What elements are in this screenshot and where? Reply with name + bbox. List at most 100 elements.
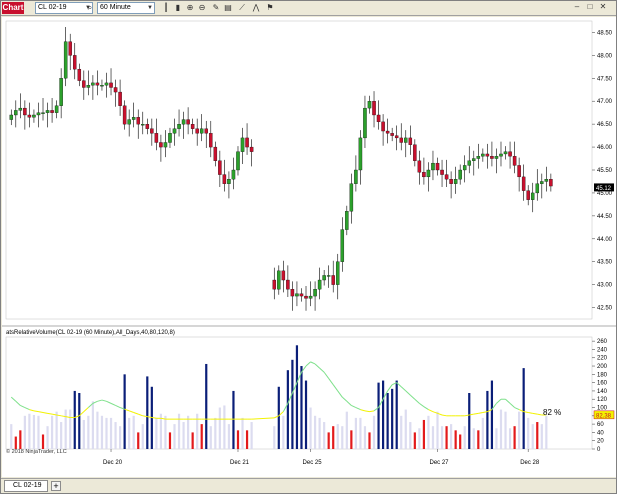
copyright-text: © 2018 NinjaTrader, LLC xyxy=(6,448,67,455)
add-tab-button[interactable]: + xyxy=(51,481,61,491)
candle-body xyxy=(45,110,50,113)
volume-bar xyxy=(164,415,167,449)
search-icon[interactable]: ⌕ xyxy=(85,3,95,13)
volume-bar xyxy=(50,415,54,449)
candle-body xyxy=(277,270,281,290)
zoom-out-icon[interactable]: ⊖ xyxy=(197,3,207,13)
volume-bar xyxy=(381,380,385,449)
volume-bar xyxy=(323,422,326,449)
candle-body xyxy=(95,82,100,86)
edit-icon[interactable]: ✎ xyxy=(211,3,221,13)
volume-bar xyxy=(78,393,81,449)
candle-body xyxy=(508,151,512,157)
candle-body xyxy=(286,279,290,290)
relative-volume-average xyxy=(514,407,520,411)
time-axis-label: Dec 20 xyxy=(103,460,123,466)
relative-volume-percent: 82 % xyxy=(543,408,561,417)
candle-body xyxy=(431,162,435,171)
candle-body xyxy=(503,151,508,155)
candle-body xyxy=(172,128,177,134)
price-axis-label: 46.00 xyxy=(597,145,613,151)
zoom-in-icon[interactable]: ⊕ xyxy=(185,3,195,13)
volume-axis-label: 40 xyxy=(597,430,604,436)
volume-bar xyxy=(218,407,221,449)
relative-volume-average xyxy=(509,403,515,408)
instrument-value: CL 02-19 xyxy=(38,4,67,11)
candlestick-icon[interactable]: ▮ xyxy=(173,3,183,13)
interval-value: 60 Minute xyxy=(100,4,131,11)
volume-bar xyxy=(105,417,108,449)
volume-bar xyxy=(214,417,217,449)
relative-volume-average xyxy=(305,361,311,367)
volume-bar xyxy=(400,415,403,449)
volume-bar xyxy=(404,409,407,449)
volume-bar xyxy=(245,430,249,449)
candle-body xyxy=(159,142,163,148)
volume-bar xyxy=(468,393,471,449)
candle-body xyxy=(236,151,240,171)
indicators-icon[interactable]: ⋀ xyxy=(251,3,261,13)
volume-axis-label: 60 xyxy=(597,422,604,428)
close-icon[interactable]: ✕ xyxy=(598,2,608,12)
candle-body xyxy=(295,293,299,297)
volume-bar xyxy=(32,414,36,449)
minimize-icon[interactable]: – xyxy=(572,2,582,12)
volume-bar xyxy=(499,409,503,449)
candle-body xyxy=(349,183,354,212)
candle-body xyxy=(472,158,476,161)
price-axis-label: 43.50 xyxy=(597,260,613,266)
drawing-tools-icon[interactable]: ⟋ xyxy=(237,3,247,13)
tab-cl-02-19[interactable]: CL 02-19 xyxy=(4,480,48,492)
relative-volume-average xyxy=(409,394,416,400)
candle-body xyxy=(141,124,145,126)
candle-body xyxy=(136,117,140,125)
candle-body xyxy=(535,183,540,194)
maximize-icon[interactable]: □ xyxy=(585,2,595,12)
candle-body xyxy=(145,124,150,129)
volume-axis-label: 260 xyxy=(597,339,608,345)
time-axis-label: Dec 21 xyxy=(230,460,250,466)
volume-bar xyxy=(64,409,67,449)
relative-volume-average xyxy=(478,412,483,414)
relative-volume-average xyxy=(532,412,538,415)
relative-volume-average xyxy=(419,402,425,408)
candle-body xyxy=(540,181,544,184)
candle-body xyxy=(494,156,499,159)
volume-bar xyxy=(300,366,303,449)
volume-bar xyxy=(409,422,412,449)
relative-volume-average xyxy=(310,361,316,365)
relative-volume-average xyxy=(42,412,48,414)
interval-select[interactable]: 60 Minute ▼ xyxy=(97,2,155,14)
volume-bar xyxy=(55,411,58,449)
candle-body xyxy=(381,121,385,132)
chart-canvas[interactable]: 42.5043.0043.5044.0044.5045.0045.5046.00… xyxy=(2,17,616,477)
candle-body xyxy=(299,293,304,297)
volume-bar xyxy=(477,430,480,449)
candle-body xyxy=(272,279,277,290)
relative-volume-average xyxy=(319,367,325,373)
relative-volume-average xyxy=(355,407,361,411)
relative-volume-average xyxy=(360,409,366,412)
candle-body xyxy=(113,87,118,93)
strategy-icon[interactable]: ⚑ xyxy=(265,3,275,13)
volume-bar xyxy=(368,432,371,449)
volume-bar xyxy=(250,422,253,449)
properties-icon[interactable]: ▤ xyxy=(223,3,233,13)
chart-area[interactable]: 42.50 43.00 43.50 44.00 44.50 45.00 45.50 46.00… xyxy=(2,17,616,477)
bar-chart-icon[interactable]: ┃ xyxy=(161,3,171,13)
candle-body xyxy=(390,133,394,136)
candle-body xyxy=(413,144,417,161)
volume-bar xyxy=(354,417,357,449)
volume-bar xyxy=(345,411,348,449)
candle-body xyxy=(9,114,14,120)
relative-volume-average xyxy=(341,396,348,402)
relative-volume-average xyxy=(314,363,320,369)
volume-bar xyxy=(363,426,367,449)
price-axis-label: 42.50 xyxy=(597,306,613,312)
relative-volume-average xyxy=(29,409,35,412)
volume-bar xyxy=(19,430,22,449)
volume-bar xyxy=(182,422,185,449)
relative-volume-average xyxy=(369,410,375,413)
volume-bar xyxy=(513,426,516,449)
price-axis-label: 48.00 xyxy=(597,53,613,59)
